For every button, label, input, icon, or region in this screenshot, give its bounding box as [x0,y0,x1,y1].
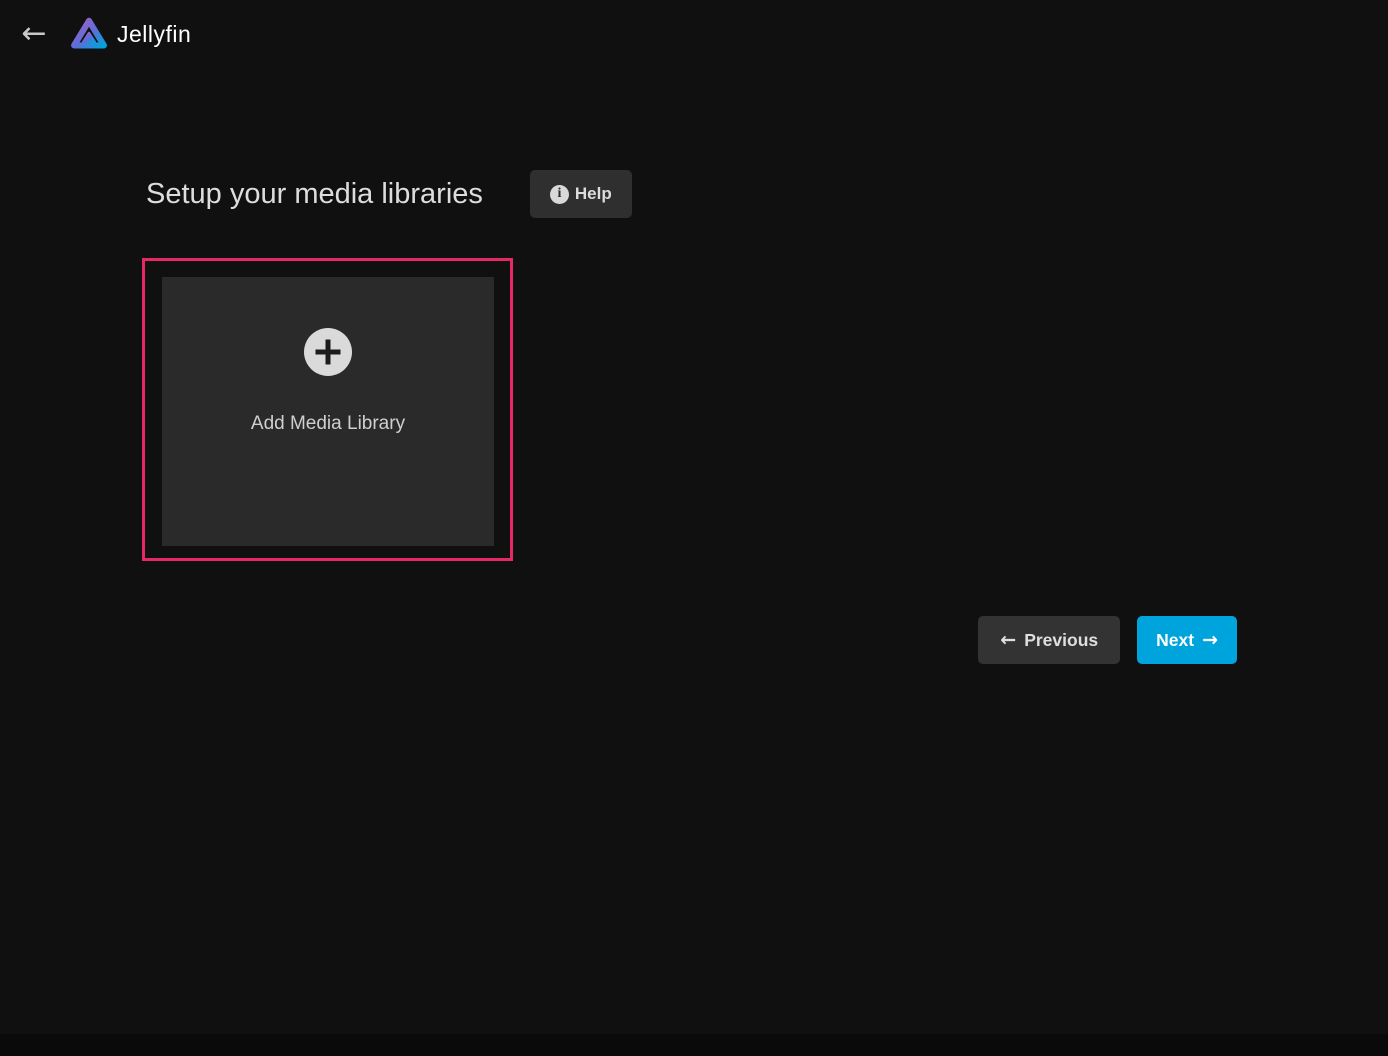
help-button-label: Help [575,184,612,204]
jellyfin-logo-icon [68,13,110,55]
page-title: Setup your media libraries [146,170,483,218]
add-media-library-card[interactable]: Add Media Library [162,277,494,546]
info-icon: i [550,185,569,204]
jellyfin-setup-wizard-screen: ← Jellyfin Setup your media libraries i … [0,0,1388,1056]
arrow-right-icon: → [1202,631,1218,650]
page-header: Setup your media libraries i Help [146,170,632,218]
app-title: Jellyfin [117,21,191,48]
previous-button[interactable]: ← Previous [978,616,1120,664]
add-library-card-focus-ring: Add Media Library [142,258,513,561]
add-media-library-label: Add Media Library [251,413,405,435]
back-button[interactable]: ← [14,12,54,56]
previous-button-label: Previous [1024,630,1098,651]
arrow-left-icon: ← [1000,631,1016,650]
bottom-strip [0,1034,1388,1056]
arrow-back-icon: ← [21,12,46,56]
plus-icon [304,328,352,376]
next-button-label: Next [1156,630,1194,651]
header-bar: ← Jellyfin [0,0,1388,68]
help-button[interactable]: i Help [530,170,632,218]
next-button[interactable]: Next → [1137,616,1237,664]
wizard-navigation: ← Previous Next → [978,616,1237,664]
